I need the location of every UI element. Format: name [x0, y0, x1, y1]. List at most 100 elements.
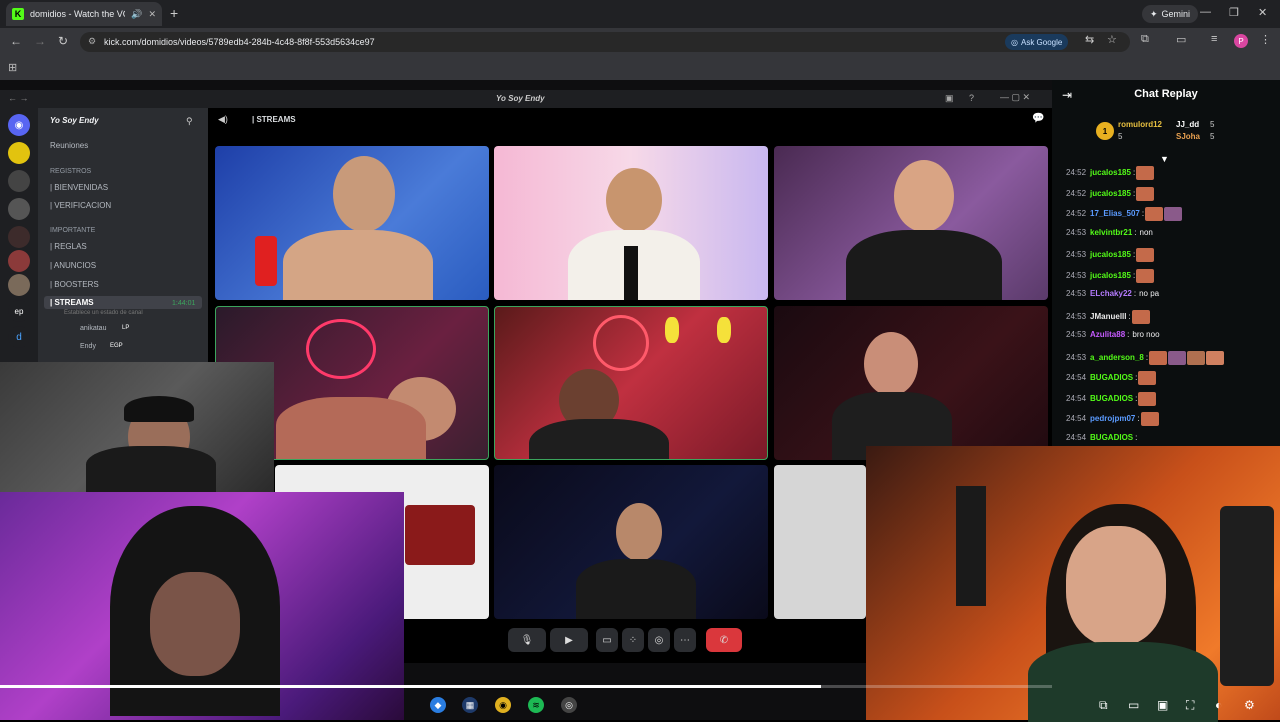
reuniones-label: Reuniones — [50, 141, 89, 150]
camera-button[interactable]: ▶ — [550, 628, 588, 652]
voice-user-tag: EGP — [110, 343, 123, 349]
fullscreen-icon[interactable]: ⛶ — [1186, 698, 1194, 713]
leaderboard-user[interactable]: romulord12 — [1118, 120, 1162, 129]
translate-icon[interactable]: ⇆ — [1085, 33, 1094, 46]
reading-list-icon[interactable]: ≡ — [1211, 33, 1217, 45]
stream-subtitle: Establece un estado de canal — [64, 310, 143, 316]
message-text: non — [1139, 227, 1153, 237]
channel-verificacion: | VERIFICACION — [50, 201, 112, 210]
server-avatar — [8, 170, 30, 192]
leaderboard-user[interactable]: JJ_dd — [1176, 120, 1199, 129]
browser-tab[interactable]: K domidios - Watch the VOD 🔊 ✕ — [6, 2, 162, 26]
video-tile — [774, 306, 1048, 460]
video-tile — [494, 465, 768, 619]
participant-face — [894, 160, 954, 232]
mute-mic-button[interactable]: 🎙 — [508, 628, 546, 652]
voice-user-tag: LP — [122, 325, 130, 331]
message-time: 24:53 — [1066, 289, 1087, 298]
hang-up-button[interactable]: ✆ — [706, 628, 742, 652]
message-separator: : — [1133, 289, 1137, 298]
back-icon[interactable]: ← — [10, 34, 22, 48]
reload-icon[interactable]: ↻ — [58, 34, 68, 48]
message-username[interactable]: jucalos185 — [1090, 271, 1131, 280]
chevron-down-icon[interactable]: ▼ — [1160, 154, 1169, 164]
neon-sign — [306, 319, 376, 379]
message-username[interactable]: jucalos185 — [1090, 189, 1131, 198]
channel-boosters: | BOOSTERS — [50, 280, 99, 289]
message-username[interactable]: jucalos185 — [1090, 250, 1131, 259]
discord-icon: ◉ — [8, 114, 30, 136]
message-time: 24:53 — [1066, 227, 1087, 237]
discord-server-list: ◉ ep d — [0, 108, 38, 368]
message-time: 24:54 — [1066, 414, 1087, 424]
gemini-button[interactable]: ✦ Gemini — [1141, 5, 1198, 23]
leaderboard-user[interactable]: SJoha — [1176, 132, 1200, 141]
channel-anuncios: | ANUNCIOS — [50, 261, 97, 270]
profile-avatar[interactable]: P — [1234, 34, 1248, 48]
message-username[interactable]: BUGADIOS — [1090, 394, 1133, 403]
channel-reglas: | REGLAS — [50, 242, 87, 251]
forward-icon[interactable]: → — [34, 34, 46, 48]
message-username[interactable]: 17_Elias_507 — [1090, 209, 1140, 218]
leaderboard-count: 5 — [1210, 132, 1215, 141]
share-screen-button[interactable]: ▭ — [596, 628, 618, 652]
chat-message: 24:54 BUGADIOS: — [1066, 433, 1137, 442]
close-tab-icon[interactable]: ✕ — [148, 9, 156, 20]
voice-user: anikatau — [80, 325, 107, 332]
message-username[interactable]: pedrojpm07 — [1090, 414, 1135, 423]
message-username[interactable]: jucalos185 — [1090, 168, 1131, 177]
streamer-face — [1066, 526, 1166, 646]
more-options-button[interactable]: ⋯ — [674, 628, 696, 652]
message-username[interactable]: JManuelll — [1090, 312, 1126, 321]
clip-icon[interactable]: ⧉ — [1099, 698, 1108, 713]
restore-icon[interactable]: ❐ — [1229, 6, 1239, 19]
site-info-icon[interactable]: ⚙ — [88, 36, 96, 47]
activities-button[interactable]: ⁘ — [622, 628, 644, 652]
message-username[interactable]: BUGADIOS — [1090, 373, 1133, 382]
participant-face — [333, 156, 395, 232]
message-username[interactable]: Azulita88 — [1090, 330, 1125, 339]
chat-message: 24:52 jucalos185: — [1066, 186, 1155, 201]
message-username[interactable]: BUGADIOS — [1090, 433, 1133, 442]
address-bar[interactable]: ⚙ kick.com/domidios/videos/5789edb4-284b… — [80, 32, 1130, 52]
emote-icon — [1131, 309, 1150, 324]
kick-favicon-icon: K — [12, 8, 24, 20]
theater-icon[interactable]: ▭ — [1128, 698, 1139, 712]
settings-gear-icon[interactable]: ⚙ — [1244, 698, 1255, 712]
participant-body — [276, 397, 426, 459]
message-username[interactable]: ELchaky22 — [1090, 289, 1132, 298]
apps-grid-icon[interactable]: ⊞ — [8, 61, 17, 74]
participant-face — [616, 503, 662, 561]
voice-user: Endy — [80, 343, 96, 350]
screen-share — [405, 505, 475, 565]
rank-badge: 1 — [1096, 122, 1114, 140]
message-username[interactable]: a_anderson_8 — [1090, 353, 1144, 362]
spotify-icon: ≋ — [528, 697, 544, 713]
extensions-icon[interactable]: ⧉ — [1141, 33, 1149, 46]
banana-decoration — [665, 317, 679, 343]
stage-header: | STREAMS — [252, 115, 296, 124]
kebab-menu-icon[interactable]: ⋮ — [1260, 33, 1271, 46]
close-window-icon[interactable]: ✕ — [1258, 6, 1267, 19]
message-username[interactable]: kelvintbr21 — [1090, 228, 1132, 237]
add-member-icon: ⚲ — [186, 116, 193, 126]
ask-google-button[interactable]: ◎ Ask Google — [1005, 34, 1069, 50]
speaker-icon[interactable]: 🔊 — [131, 9, 142, 20]
message-separator: : — [1141, 209, 1145, 219]
banana-decoration — [717, 317, 731, 343]
miniplayer-icon[interactable]: ▣ — [1157, 698, 1168, 712]
discord-channel-list: Yo Soy Endy ⚲ Reuniones REGISTROS | BIEN… — [38, 108, 208, 368]
new-tab-icon[interactable]: + — [170, 5, 178, 21]
minimize-icon[interactable]: — — [1200, 6, 1211, 18]
video-progress-bar[interactable] — [0, 685, 1052, 688]
message-time: 24:53 — [1066, 330, 1087, 339]
split-view-icon[interactable]: ▭ — [1176, 33, 1186, 46]
playback-speed-icon[interactable]: ◐ — [1215, 698, 1222, 712]
soundboard-button[interactable]: ◎ — [648, 628, 670, 652]
streamer-body — [86, 446, 216, 492]
chat-panel: ⇥ Chat Replay 1 romulord12 5 JJ_dd 5 SJo… — [1052, 80, 1280, 446]
bookmark-star-icon[interactable]: ☆ — [1107, 33, 1117, 46]
tab-strip: K domidios - Watch the VOD 🔊 ✕ + ✦ Gemin… — [0, 0, 1280, 28]
message-separator: : — [1128, 311, 1131, 321]
taskbar: ◆ ▦ ◉ ≋ ◎ — [400, 694, 600, 718]
